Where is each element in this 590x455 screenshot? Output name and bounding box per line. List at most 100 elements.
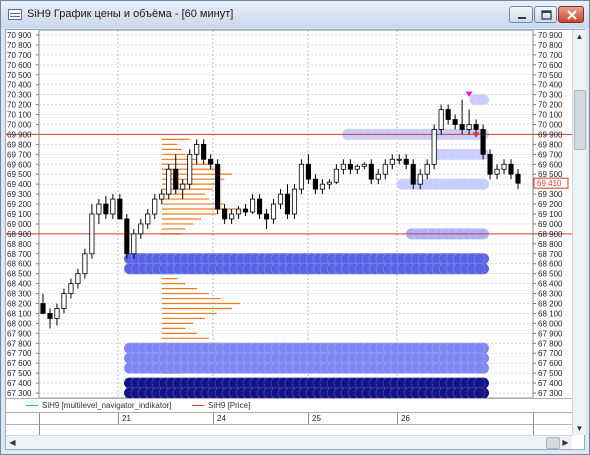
price-tick-right: 67 900	[538, 329, 563, 338]
candle-body	[222, 208, 228, 220]
candle-body	[243, 208, 249, 213]
price-tick-left: 70 400	[7, 81, 32, 90]
price-tick-left: 67 300	[7, 389, 32, 398]
candle-body	[270, 203, 277, 220]
candle-body	[473, 124, 479, 130]
price-tick-right: 68 500	[538, 270, 563, 279]
price-tick-left: 68 300	[7, 290, 32, 299]
price-tick-right: 68 900	[538, 230, 563, 239]
price-tick-right: 68 300	[538, 290, 563, 299]
maximize-button[interactable]	[534, 6, 557, 23]
legend-swatch-price	[192, 405, 204, 406]
candle-body	[68, 283, 74, 294]
date-label: 21	[122, 414, 131, 423]
candle-body	[389, 158, 395, 165]
price-tick-right: 69 000	[538, 220, 563, 229]
price-tick-left: 67 600	[7, 359, 32, 368]
candle-body	[249, 198, 256, 213]
price-tick-right: 70 700	[538, 51, 563, 60]
candle-body	[347, 163, 353, 170]
candle-body	[54, 308, 60, 319]
price-tick-left: 68 400	[7, 280, 32, 289]
price-tick-right: 70 200	[538, 101, 563, 110]
candle-body	[263, 213, 270, 220]
candle-body	[110, 198, 116, 215]
candle-body	[131, 233, 137, 255]
price-tick-left: 69 500	[7, 170, 32, 179]
candle-body	[396, 158, 402, 161]
price-tick-left: 68 000	[7, 319, 32, 328]
candle-body	[284, 193, 291, 215]
candle-body	[403, 158, 409, 165]
window-icon	[8, 9, 22, 20]
level-band-dot	[473, 252, 486, 265]
minimize-icon	[518, 17, 526, 19]
price-tick-right: 68 100	[538, 309, 563, 318]
date-separator	[397, 413, 398, 424]
candle-body	[194, 143, 200, 155]
vertical-scrollbar[interactable]: ▲ ▼	[572, 30, 586, 435]
candle-body	[445, 109, 451, 120]
price-tick-left: 70 600	[7, 61, 32, 70]
candle-body	[145, 213, 151, 225]
price-tick-right: 69 700	[538, 150, 563, 159]
candle-body	[89, 213, 95, 255]
candle-body	[375, 173, 381, 180]
candle-body	[501, 163, 507, 170]
candle-body	[117, 198, 123, 220]
chart-area: 70 900 70 800 70 700 70 600 70 500 70 400 70 3…	[5, 29, 586, 450]
candle-body	[487, 153, 493, 175]
price-tick-left: 67 400	[7, 379, 32, 388]
candle-body	[96, 203, 102, 215]
candle-body	[173, 168, 179, 190]
price-tick-right: 67 700	[538, 349, 563, 358]
candle-body	[410, 163, 416, 185]
price-tick-right: 69 800	[538, 140, 563, 149]
scroll-thumb[interactable]	[574, 90, 586, 150]
date-separator	[308, 413, 309, 424]
candle-body	[291, 188, 298, 215]
price-tick-left: 70 500	[7, 71, 32, 80]
candle-body	[438, 109, 444, 130]
candle-body	[424, 163, 430, 175]
candle-body	[312, 178, 318, 190]
price-tick-right: 68 000	[538, 319, 563, 328]
date-separator	[533, 424, 534, 435]
scroll-right-icon[interactable]: ▶	[559, 436, 572, 449]
price-tick-left: 70 100	[7, 111, 32, 120]
price-tick-left: 70 800	[7, 41, 32, 50]
candle-body	[47, 313, 53, 319]
price-tick-left: 67 700	[7, 349, 32, 358]
chart-window: SiH9 График цены и объёма - [60 минут] 7…	[0, 0, 590, 455]
level-band-dot	[473, 262, 486, 275]
candle-body	[215, 163, 221, 210]
level-band-dot	[476, 93, 488, 106]
candle-body	[326, 181, 332, 185]
price-tick-right: 70 000	[538, 120, 563, 129]
candle-body	[305, 163, 312, 180]
title-bar[interactable]: SiH9 График цены и объёма - [60 минут]	[1, 1, 589, 28]
price-tick-right: 67 400	[538, 379, 563, 388]
price-volume-chart[interactable]: 70 90070 80070 70070 60070 50070 40070 3…	[6, 30, 572, 398]
price-tick-right: 70 100	[538, 111, 563, 120]
date-separator	[39, 413, 40, 424]
price-tick-left: 69 300	[7, 190, 32, 199]
candle-body	[201, 143, 207, 160]
close-button[interactable]	[558, 6, 584, 23]
scroll-thumb-horizontal[interactable]	[546, 437, 560, 449]
price-tick-right: 67 600	[538, 359, 563, 368]
candle-body	[368, 163, 374, 180]
date-separator	[39, 424, 40, 435]
minimize-button[interactable]	[509, 6, 533, 23]
price-tick-left: 68 600	[7, 260, 32, 269]
scroll-left-icon[interactable]: ◀	[6, 436, 19, 449]
scroll-up-icon[interactable]: ▲	[573, 30, 586, 43]
candle-body	[319, 183, 325, 190]
legend-swatch-indicator	[26, 405, 38, 406]
price-tick-right: 68 700	[538, 250, 563, 259]
horizontal-scrollbar[interactable]: ◀ ▶	[6, 435, 572, 449]
scroll-down-icon[interactable]: ▼	[573, 422, 586, 435]
price-tick-right: 67 500	[538, 369, 563, 378]
price-tick-left: 70 000	[7, 120, 32, 129]
candle-body	[166, 168, 172, 195]
